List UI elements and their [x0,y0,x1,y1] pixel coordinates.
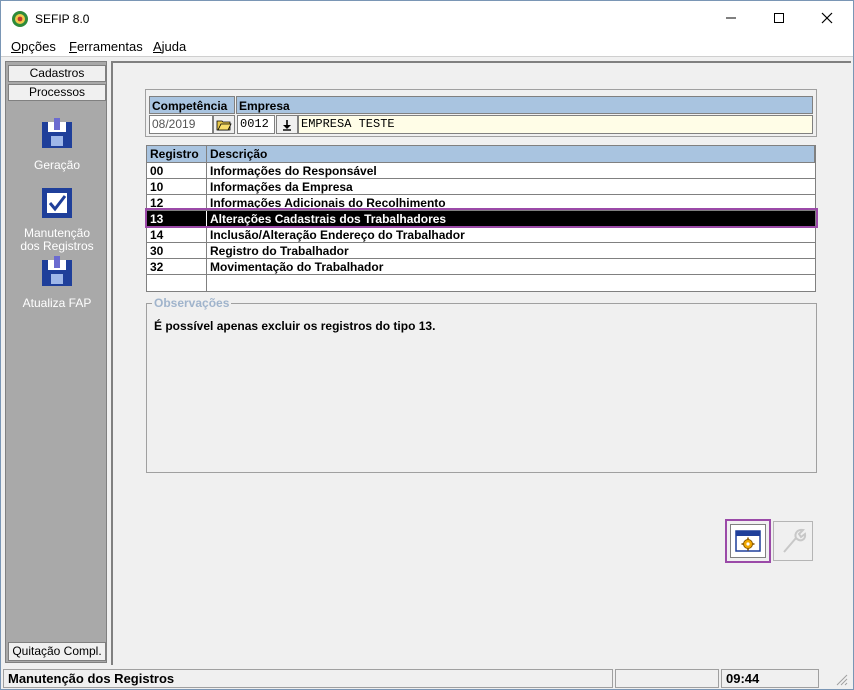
tab-quitacao-compl[interactable]: Quitação Compl. [8,642,106,661]
registry-code: 10 [147,179,207,195]
process-button[interactable] [725,519,771,563]
empresa-code-field[interactable]: 0012 [237,115,275,134]
window-title: SEFIP 8.0 [35,12,90,26]
registry-description: Informações da Empresa [210,180,353,194]
close-icon [821,12,833,24]
title-bar: SEFIP 8.0 [1,1,853,35]
status-bar: Manutenção dos Registros 09:44 [1,667,853,689]
wrench-icon [783,528,807,553]
table-row[interactable]: 32 Movimentação do Trabalhador [147,259,815,275]
registry-description [208,275,815,291]
registry-description: Informações do Responsável [210,164,377,178]
maximize-icon [774,13,784,23]
open-folder-icon [216,120,232,130]
competencia-label: Competência [149,96,235,114]
registry-code: 32 [147,259,207,275]
registry-code [147,275,207,291]
window-gear-icon [735,530,761,552]
minimize-button[interactable] [707,1,755,35]
empresa-dropdown-button[interactable] [276,115,298,134]
registry-code: 00 [147,163,207,179]
tool-atualiza-fap[interactable]: Atualiza FAP [6,256,108,310]
selected-row-highlight [145,208,818,228]
registry-code: 30 [147,243,207,259]
status-message: Manutenção dos Registros [3,669,613,688]
tool-button-disabled[interactable] [773,521,813,561]
competencia-field[interactable]: 08/2019 [149,115,213,134]
observacoes-text: É possível apenas excluir os registros d… [154,319,436,333]
left-tool-panel: Cadastros Processos Geração Manutenção d… [5,61,107,663]
generation-icon [42,118,72,148]
maintenance-icon [42,188,72,218]
sefip-app-icon [12,11,28,27]
menu-opcoes[interactable]: Opções [11,39,56,54]
minimize-icon [726,17,736,19]
table-row[interactable]: 00 Informações do Responsável [147,163,815,179]
registry-code: 14 [147,227,207,243]
status-panel-empty [615,669,719,688]
menu-ferramentas[interactable]: Ferramentas [69,39,143,54]
update-fap-icon [42,256,72,286]
column-header-registro: Registro [147,146,207,163]
empresa-label: Empresa [236,96,813,114]
table-row[interactable]: 10 Informações da Empresa [147,179,815,195]
observacoes-legend: Observações [152,296,232,310]
sefip-window: SEFIP 8.0 Opções Ferramentas Ajuda Cadas… [0,0,854,690]
registry-description: Registro do Trabalhador [210,244,349,258]
close-button[interactable] [803,1,851,35]
registry-description: Inclusão/Alteração Endereço do Trabalhad… [210,228,465,242]
table-row[interactable]: 30 Registro do Trabalhador [147,243,815,259]
registry-description: Movimentação do Trabalhador [210,260,384,274]
menu-ajuda[interactable]: Ajuda [153,39,186,54]
tool-manutencao[interactable]: Manutenção dos Registros [6,186,108,253]
menu-bar: Opções Ferramentas Ajuda [1,35,853,57]
resize-grip-icon[interactable] [831,669,849,687]
status-clock: 09:44 [721,669,819,688]
empresa-name-field: EMPRESA TESTE [298,115,813,134]
column-header-descricao: Descrição [207,146,815,163]
tab-cadastros[interactable]: Cadastros [8,65,106,82]
tab-processos[interactable]: Processos [8,84,106,101]
table-row[interactable]: 14 Inclusão/Alteração Endereço do Trabal… [147,227,815,243]
open-folder-button[interactable] [213,115,235,134]
maximize-button[interactable] [755,1,803,35]
table-row-empty[interactable] [147,275,815,291]
download-arrow-icon [283,119,291,131]
tool-geracao[interactable]: Geração [6,118,108,172]
